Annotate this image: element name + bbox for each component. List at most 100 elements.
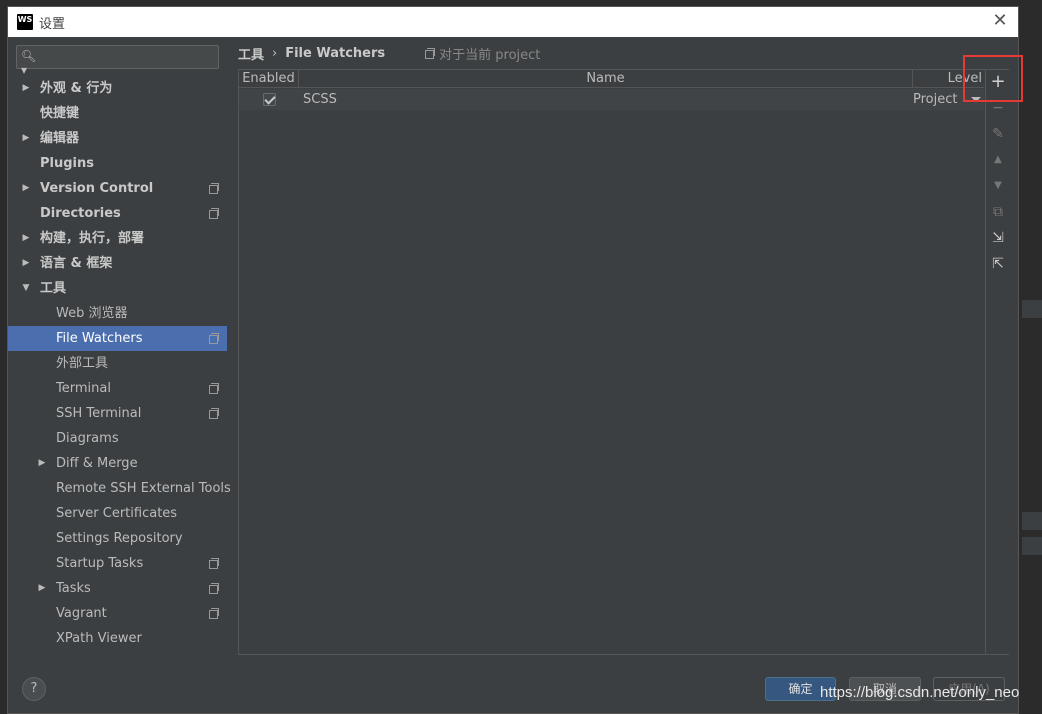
sidebar-item[interactable]: Remote SSH External Tools — [8, 476, 231, 501]
expand-arrow-right-icon[interactable]: ▶ — [21, 226, 31, 251]
settings-sidebar: 🔍︎▾ ▶ 外观 & 行为 快捷键 ▶ 编辑器 Plugins ▶ Version Contr… — [8, 38, 231, 658]
sidebar-item-label: Directories — [40, 206, 121, 221]
project-level-icon — [209, 608, 219, 619]
add-icon[interactable]: + — [988, 72, 1008, 92]
window-title: 设置 — [39, 16, 66, 32]
sidebar-item-label: Plugins — [40, 156, 94, 171]
expand-arrow-right-icon[interactable]: ▶ — [21, 126, 31, 151]
move-up-icon[interactable]: ▲ — [988, 150, 1008, 170]
sidebar-item[interactable]: ▶ Diff & Merge — [8, 451, 227, 476]
export-icon[interactable]: ⇱ — [988, 254, 1008, 274]
project-level-icon — [209, 333, 219, 344]
move-down-icon[interactable]: ▼ — [988, 176, 1008, 196]
settings-tree: ▶ 外观 & 行为 快捷键 ▶ 编辑器 Plugins ▶ Version Control Di… — [8, 76, 231, 651]
project-scope-icon — [425, 48, 436, 59]
expand-arrow-right-icon[interactable]: ▶ — [21, 76, 31, 101]
watchers-toolbar: + − ✎ ▲ ▼ ⧉ ⇲ ⇱ — [985, 70, 1009, 654]
enabled-checkbox[interactable] — [262, 93, 276, 106]
background-editor-right — [1020, 0, 1042, 714]
remove-icon[interactable]: − — [988, 98, 1008, 118]
background-editor-left — [0, 0, 7, 714]
project-level-icon — [209, 408, 219, 419]
sidebar-item-label: 快捷键 — [40, 106, 80, 121]
sidebar-item[interactable]: Settings Repository — [8, 526, 227, 551]
sidebar-item[interactable]: ▶ Version Control — [8, 176, 227, 201]
sidebar-item-label: File Watchers — [56, 331, 143, 346]
close-icon[interactable]: ✕ — [990, 11, 1010, 31]
webstorm-app-icon: WS — [17, 14, 33, 30]
expand-arrow-right-icon[interactable]: ▶ — [21, 251, 31, 276]
cell-enabled — [239, 93, 299, 106]
column-header-name[interactable]: Name — [299, 70, 913, 88]
table-row[interactable]: SCSS Project — [239, 89, 984, 110]
sidebar-item[interactable]: ▶ 编辑器 — [8, 126, 227, 151]
sidebar-item-label: Settings Repository — [56, 531, 183, 546]
project-level-icon — [209, 208, 219, 219]
expand-arrow-right-icon[interactable]: ▶ — [21, 176, 31, 201]
expand-arrow-right-icon[interactable]: ▶ — [37, 451, 47, 476]
import-icon[interactable]: ⇲ — [988, 228, 1008, 248]
column-header-level[interactable]: Level — [913, 70, 984, 88]
sidebar-item-label: Startup Tasks — [56, 556, 144, 571]
sidebar-item[interactable]: File Watchers — [8, 326, 227, 351]
project-level-icon — [209, 583, 219, 594]
expand-arrow-right-icon[interactable]: ▶ — [37, 576, 47, 601]
search-icon[interactable]: 🔍︎▾ — [21, 49, 39, 77]
watermark-text: https://blog.csdn.net/only_neo — [820, 684, 1020, 701]
sidebar-item[interactable]: ▶ 构建，执行，部署 — [8, 226, 227, 251]
sidebar-item[interactable]: ▶ Tasks — [8, 576, 227, 601]
dropdown-arrow-icon[interactable] — [971, 96, 981, 102]
sidebar-item[interactable]: XPath Viewer — [8, 626, 227, 651]
edit-icon[interactable]: ✎ — [988, 124, 1008, 144]
sidebar-item-label: Tasks — [56, 581, 91, 596]
sidebar-item[interactable]: Server Certificates — [8, 501, 227, 526]
file-watchers-table: Enabled Name Level SCSS Project — [239, 70, 984, 654]
sidebar-item[interactable]: SSH Terminal — [8, 401, 227, 426]
sidebar-item-label: Vagrant — [56, 606, 107, 621]
project-scope-label: 对于当前 project — [425, 44, 540, 63]
sidebar-item[interactable]: 外部工具 — [8, 351, 227, 376]
breadcrumb: 工具 › File Watchers 对于当前 project — [238, 44, 540, 63]
settings-dialog: WS 设置 ✕ 🔍︎▾ ▶ 外观 & 行为 快捷键 ▶ 编辑器 Plugins ▶ Versi… — [7, 6, 1023, 714]
sidebar-item[interactable]: Diagrams — [8, 426, 227, 451]
breadcrumb-current: File Watchers — [285, 45, 386, 61]
expand-arrow-down-icon[interactable]: ▼ — [21, 276, 31, 301]
help-button[interactable]: ? — [22, 677, 46, 701]
cell-name: SCSS — [303, 92, 337, 107]
sidebar-item-label: Terminal — [56, 381, 111, 396]
sidebar-item[interactable]: Web 浏览器 — [8, 301, 227, 326]
project-level-icon — [209, 183, 219, 194]
sidebar-item-label: Remote SSH External Tools — [56, 481, 231, 496]
sidebar-item[interactable]: ▶ 语言 & 框架 — [8, 251, 227, 276]
sidebar-item-label: 外部工具 — [56, 356, 109, 371]
sidebar-item[interactable]: ▶ 外观 & 行为 — [8, 76, 227, 101]
sidebar-item[interactable]: Terminal — [8, 376, 227, 401]
sidebar-item-label: Diff & Merge — [56, 456, 138, 471]
sidebar-item[interactable]: Startup Tasks — [8, 551, 227, 576]
project-level-icon — [209, 383, 219, 394]
search-input[interactable] — [41, 48, 216, 66]
background-block — [1022, 300, 1042, 318]
project-level-icon — [209, 558, 219, 569]
sidebar-item-label: 工具 — [40, 281, 67, 296]
sidebar-item-label: 外观 & 行为 — [40, 81, 113, 96]
sidebar-item[interactable]: 快捷键 — [8, 101, 227, 126]
copy-icon[interactable]: ⧉ — [988, 202, 1008, 222]
sidebar-item-label: Server Certificates — [56, 506, 178, 521]
sidebar-item[interactable]: Directories — [8, 201, 227, 226]
file-watchers-panel: Enabled Name Level SCSS Project + − ✎ ▲ … — [238, 69, 1009, 655]
project-scope-text: 对于当前 project — [439, 47, 541, 63]
sidebar-item-label: Version Control — [40, 181, 154, 196]
sidebar-item[interactable]: ▼ 工具 — [8, 276, 227, 301]
sidebar-item-label: 构建，执行，部署 — [40, 231, 145, 246]
sidebar-item-label: SSH Terminal — [56, 406, 142, 421]
sidebar-item-label: 编辑器 — [40, 131, 80, 146]
sidebar-item-label: XPath Viewer — [56, 631, 142, 646]
sidebar-item[interactable]: Plugins — [8, 151, 227, 176]
breadcrumb-parent[interactable]: 工具 — [238, 44, 264, 63]
search-field[interactable]: 🔍︎▾ — [16, 45, 219, 77]
sidebar-item-label: Diagrams — [56, 431, 119, 446]
column-header-enabled[interactable]: Enabled — [239, 70, 299, 88]
level-value: Project — [913, 91, 958, 107]
sidebar-item[interactable]: Vagrant — [8, 601, 227, 626]
